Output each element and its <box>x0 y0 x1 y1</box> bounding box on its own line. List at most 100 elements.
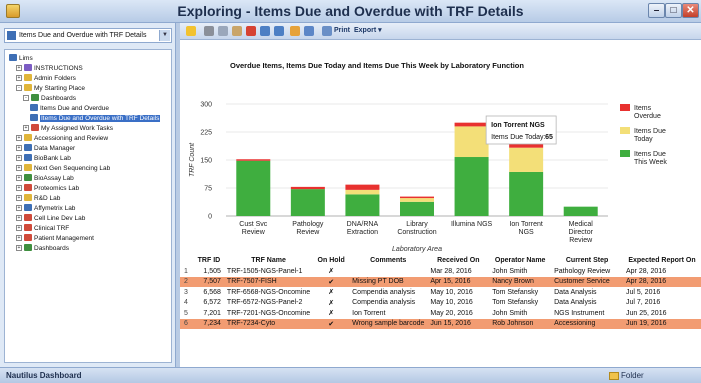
tree-node-label: Clinical TRF <box>34 225 70 232</box>
paste-icon[interactable] <box>232 26 242 36</box>
expand-icon[interactable]: + <box>16 225 22 231</box>
toolbar: Print Export ▾ <box>180 23 701 40</box>
table-row[interactable]: 4 6,572 TRF-6572-NGS-Panel-2 ✗ Compendia ana… <box>180 298 701 309</box>
folder-icon <box>24 154 32 161</box>
dashboard-content: Print Export ▾ Overdue Items, Items Due … <box>180 23 701 367</box>
column-header[interactable]: Current Step <box>551 255 623 266</box>
print-icon[interactable] <box>322 26 332 36</box>
legend-swatch <box>620 104 630 111</box>
expand-icon[interactable]: + <box>16 235 22 241</box>
tree-node[interactable]: + Proteomics Lab <box>16 184 79 193</box>
tree-node[interactable]: + Data Manager <box>16 144 75 153</box>
title-bar[interactable]: Exploring - Items Due and Overdue with T… <box>0 0 701 23</box>
table-row[interactable]: 3 6,568 TRF-6568-NGS-Oncomine ✗ Compendia an… <box>180 287 701 298</box>
bar-segment <box>400 196 434 199</box>
tree-node[interactable]: + INSTRUCTIONS <box>16 64 83 73</box>
expand-icon[interactable]: + <box>16 205 22 211</box>
tree-node-label: My Assigned Work Tasks <box>41 125 114 132</box>
tree-node[interactable]: + Affymetrix Lab <box>16 204 75 213</box>
column-header[interactable]: TRF ID <box>194 255 224 266</box>
table-row[interactable]: 1 1,505 TRF-1505-NGS-Panel-1 ✗ Mar 28, 2016 J… <box>180 266 701 277</box>
tree-node[interactable]: + My Assigned Work Tasks <box>23 124 113 133</box>
expand-icon[interactable]: + <box>16 155 22 161</box>
y-tick-label: 150 <box>200 158 212 165</box>
tree-node[interactable]: Items Due and Overdue with TRF Details <box>30 114 161 123</box>
expand-icon[interactable]: + <box>16 175 22 181</box>
expand-icon[interactable]: + <box>16 75 22 81</box>
table-cell: John Smith <box>492 309 528 317</box>
export-button[interactable]: Export ▾ <box>354 26 382 36</box>
x-tick-label: Review <box>569 237 593 244</box>
column-header[interactable]: Received On <box>427 255 489 266</box>
table-cell: Pathology Review <box>554 267 611 275</box>
tree-node[interactable]: + Cell Line Dev Lab <box>16 214 85 223</box>
undo-icon[interactable] <box>260 26 270 36</box>
tree-node[interactable]: + Admin Folders <box>16 74 76 83</box>
tree-node[interactable]: Items Due and Overdue <box>30 104 109 113</box>
tree-node[interactable]: + Next Gen Sequencing Lab <box>16 164 110 173</box>
folder-icon <box>24 204 32 211</box>
legend-label: Today <box>634 136 653 143</box>
tree-node[interactable]: Lims <box>9 54 33 63</box>
expand-icon[interactable]: + <box>16 145 22 151</box>
tree-node[interactable]: + Clinical TRF <box>16 224 69 233</box>
layout-icon[interactable] <box>304 26 314 36</box>
close-button[interactable]: ✕ <box>682 3 699 18</box>
expand-icon[interactable]: + <box>16 185 22 191</box>
expand-icon[interactable]: + <box>16 215 22 221</box>
legend-label: Overdue <box>634 113 661 120</box>
delete-icon[interactable] <box>246 26 256 36</box>
tree-node[interactable]: + BioBank Lab <box>16 154 71 163</box>
expand-icon[interactable]: + <box>16 165 22 171</box>
table-cell: Jun 25, 2016 <box>626 309 667 317</box>
grid-icon[interactable] <box>290 26 300 36</box>
expand-icon[interactable]: + <box>23 125 29 131</box>
table-cell: ✔ <box>313 276 350 287</box>
table-cell: Ion Torrent <box>352 309 386 317</box>
column-header[interactable]: On Hold <box>313 255 349 266</box>
tree-node[interactable]: + Accessioning and Review <box>16 134 108 143</box>
tree-node[interactable]: - Dashboards <box>23 94 76 103</box>
table-row[interactable]: 5 7,201 TRF-7201-NGS-Oncomine ✗ Ion Torrent M… <box>180 308 701 319</box>
tooltip-value: 65 <box>545 134 553 141</box>
expand-icon[interactable]: + <box>16 65 22 71</box>
copy-icon[interactable] <box>218 26 228 36</box>
app-window: Exploring - Items Due and Overdue with T… <box>0 0 701 383</box>
expand-icon[interactable]: + <box>16 245 22 251</box>
maximize-button[interactable]: □ <box>665 3 682 18</box>
legend-label: Items Due <box>634 151 666 158</box>
print-button[interactable]: Print <box>334 26 350 36</box>
minimize-button[interactable]: – <box>648 3 665 18</box>
tree-node-label: Items Due and Overdue with TRF Details <box>40 115 161 122</box>
table-row[interactable]: 2 7,507 TRF-7507-FISH ✔ Missing PT DOB Apr 15… <box>180 276 701 287</box>
column-header[interactable]: Expected Report On <box>623 255 701 266</box>
table-row[interactable]: 6 7,234 TRF-7234-Cyto ✔ Wrong sample barcode… <box>180 318 701 329</box>
dashboard-selector-dropdown[interactable]: Items Due and Overdue with TRF Details ▼ <box>4 28 172 43</box>
folder-icon <box>24 64 32 71</box>
redo-icon[interactable] <box>274 26 284 36</box>
collapse-icon[interactable]: - <box>23 95 29 101</box>
column-header[interactable] <box>180 255 194 266</box>
column-header[interactable]: Comments <box>349 255 427 266</box>
lightbulb-icon[interactable] <box>186 26 196 36</box>
tree-node[interactable]: + R&D Lab <box>16 194 60 203</box>
bar-segment <box>345 189 380 195</box>
column-header[interactable]: Operator Name <box>489 255 551 266</box>
column-header[interactable]: TRF Name <box>224 255 313 266</box>
tree-node-label: Admin Folders <box>34 75 76 82</box>
collapse-icon[interactable]: - <box>16 85 22 91</box>
tree-node[interactable]: + Patient Management <box>16 234 94 243</box>
trf-details-table: TRF ID TRF Name On Hold Comments Received On… <box>180 255 701 329</box>
table-cell: Jun 15, 2016 <box>427 318 490 329</box>
expand-icon[interactable]: + <box>16 195 22 201</box>
tree-node[interactable]: - My Starting Place <box>16 84 85 93</box>
explorer-tree[interactable]: Lims + INSTRUCTIONS + Admin Folders - My Start… <box>4 49 172 363</box>
expand-icon[interactable]: + <box>16 135 22 141</box>
tree-node[interactable]: + BioAssay Lab <box>16 174 74 183</box>
tree-node[interactable]: + Dashboards <box>16 244 69 253</box>
tree-node-label: My Starting Place <box>34 85 85 92</box>
cut-icon[interactable] <box>204 26 214 36</box>
table-cell: Compendia analysis <box>352 299 416 307</box>
chevron-down-icon[interactable]: ▼ <box>159 30 170 41</box>
x-tick-label: NGS <box>519 229 535 236</box>
